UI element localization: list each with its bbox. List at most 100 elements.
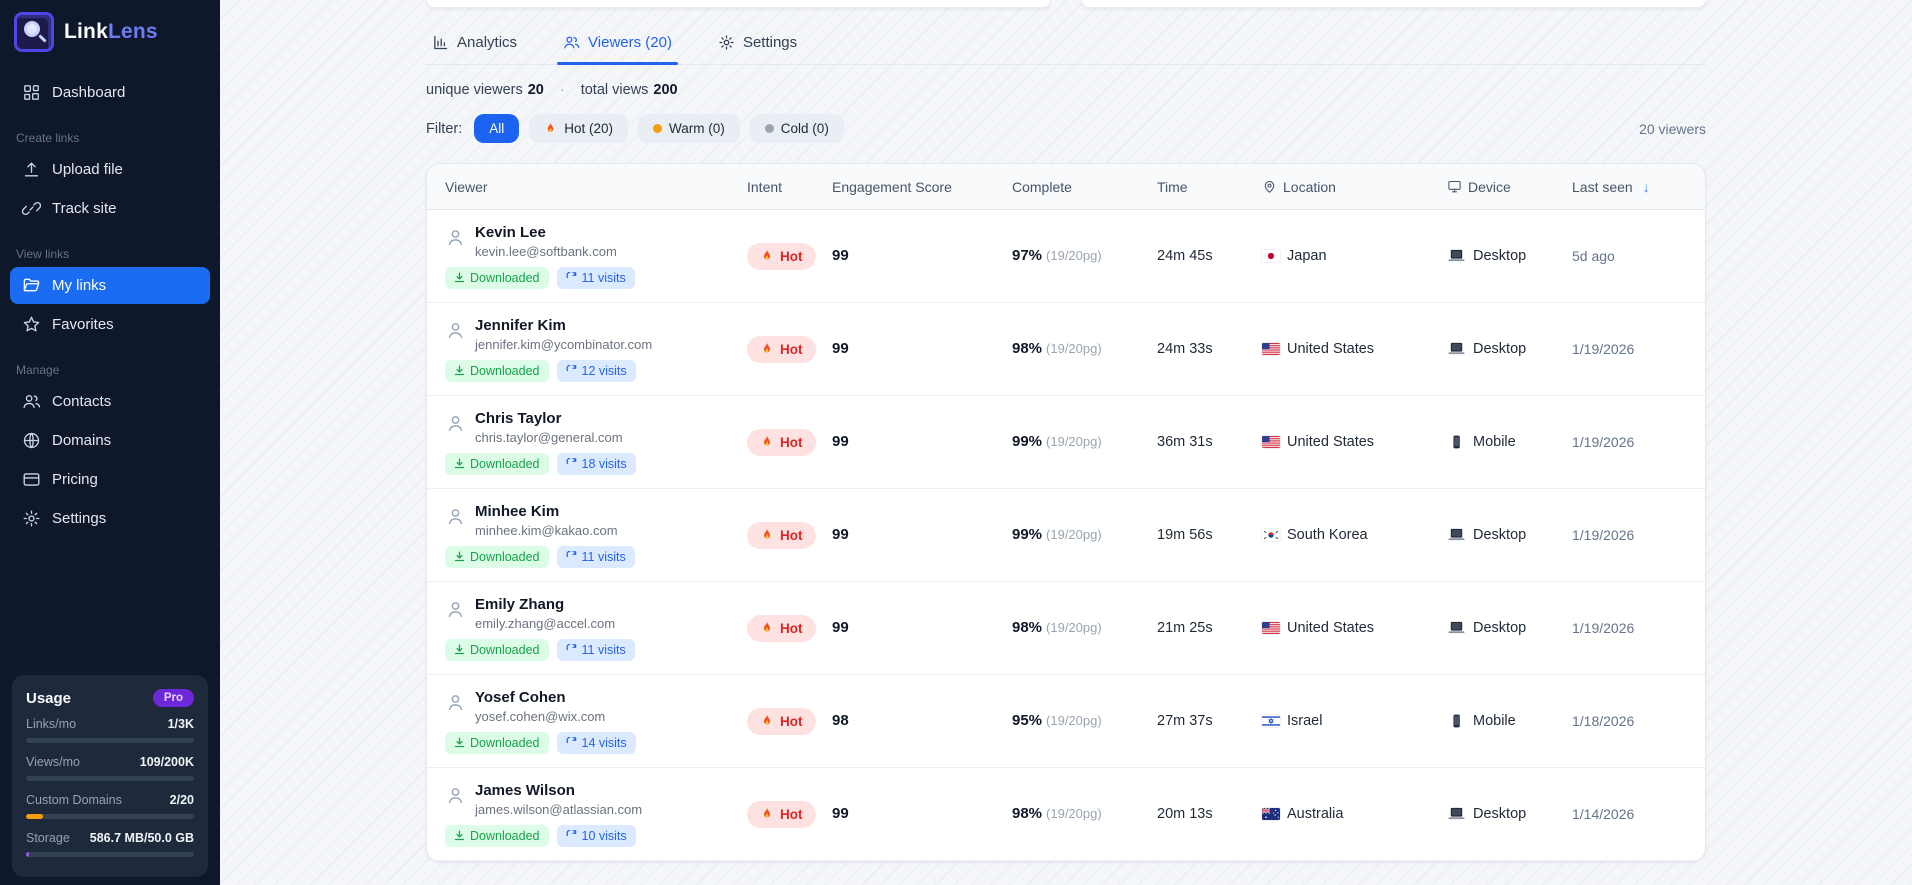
viewers-table: Viewer Intent Engagement Score Complete … xyxy=(426,163,1706,862)
engagement-score-cell: 99 xyxy=(832,340,849,357)
tab-bar: Analytics Viewers (20) Settings xyxy=(426,34,1706,65)
sidebar-item-pricing[interactable]: Pricing xyxy=(10,461,210,498)
viewer-name: Chris Taylor xyxy=(475,409,562,427)
table-row[interactable]: James Wilson james.wilson@atlassian.com … xyxy=(427,768,1705,861)
download-icon xyxy=(454,365,465,376)
viewer-stats: unique viewers 20 · total views 200 xyxy=(426,82,1706,98)
visits-badge: 11 visits xyxy=(556,266,635,289)
separator-dot: · xyxy=(559,82,565,98)
total-views-value: 200 xyxy=(653,82,678,98)
column-header-time: Time xyxy=(1157,178,1188,195)
column-header-last-seen[interactable]: Last seen ↓ xyxy=(1572,179,1705,195)
users-icon xyxy=(563,34,580,51)
viewer-cell: Kevin Lee kevin.lee@softbank.com Downloa… xyxy=(427,224,747,289)
pro-plan-badge: Pro xyxy=(152,689,194,707)
folder-icon xyxy=(22,276,41,295)
flag-au-icon xyxy=(1262,808,1280,820)
visits-badge: 11 visits xyxy=(556,638,635,661)
storage-progress-bar xyxy=(26,852,194,857)
visits-badge: 11 visits xyxy=(556,545,635,568)
device-cell: Desktop xyxy=(1447,341,1572,357)
filter-hot-button[interactable]: Hot (20) xyxy=(529,114,629,143)
time-cell: 19m 56s xyxy=(1157,527,1213,543)
table-row[interactable]: Emily Zhang emily.zhang@accel.com Downlo… xyxy=(427,582,1705,675)
main-content: Analytics Viewers (20) Settings unique v… xyxy=(220,0,1912,885)
meter-value: 586.7 MB/50.0 GB xyxy=(89,831,194,845)
last-seen-cell: 1/14/2026 xyxy=(1572,806,1635,822)
flame-icon xyxy=(760,249,774,263)
table-row[interactable]: Kevin Lee kevin.lee@softbank.com Downloa… xyxy=(427,210,1705,303)
partial-card-left xyxy=(426,0,1051,8)
person-avatar-icon xyxy=(445,227,466,259)
filter-warm-button[interactable]: Warm (0) xyxy=(638,114,740,143)
download-icon xyxy=(454,551,465,562)
viewer-name: James Wilson xyxy=(475,781,575,799)
filter-cold-button[interactable]: Cold (0) xyxy=(749,114,844,143)
refresh-icon xyxy=(566,644,577,655)
viewer-email: chris.taylor@general.com xyxy=(475,429,623,445)
table-row[interactable]: Jennifer Kim jennifer.kim@ycombinator.co… xyxy=(427,303,1705,396)
filter-row: Filter: All Hot (20) Warm (0) Cold (0) 2… xyxy=(426,114,1706,143)
column-header-intent: Intent xyxy=(747,178,783,195)
flame-icon xyxy=(760,342,774,356)
hot-intent-badge: Hot xyxy=(747,521,816,549)
location-cell: United States xyxy=(1262,434,1447,450)
table-row[interactable]: Yosef Cohen yosef.cohen@wix.com Download… xyxy=(427,675,1705,768)
filter-all-button[interactable]: All xyxy=(474,114,520,143)
location-pin-icon xyxy=(1262,179,1277,194)
flame-icon xyxy=(760,621,774,635)
downloaded-badge: Downloaded xyxy=(445,359,549,382)
viewer-cell: Chris Taylor chris.taylor@general.com Do… xyxy=(427,410,747,475)
table-row[interactable]: Minhee Kim minhee.kim@kakao.com Download… xyxy=(427,489,1705,582)
sidebar: LinkLens Dashboard Create links Upload f… xyxy=(0,0,220,885)
users-icon xyxy=(22,392,41,411)
viewer-name: Emily Zhang xyxy=(475,595,565,613)
sidebar-item-label: Domains xyxy=(52,432,112,449)
download-icon xyxy=(454,830,465,841)
viewer-count: 20 viewers xyxy=(1639,120,1706,137)
hot-intent-badge: Hot xyxy=(747,428,816,456)
sidebar-item-settings[interactable]: Settings xyxy=(10,500,210,537)
visits-badge: 14 visits xyxy=(556,731,636,754)
dev-desktop-icon xyxy=(1447,807,1466,821)
app-logo[interactable]: LinkLens xyxy=(0,0,220,62)
dev-mobile-icon xyxy=(1447,435,1466,449)
last-seen-cell: 1/18/2026 xyxy=(1572,713,1635,729)
hot-intent-badge: Hot xyxy=(747,800,816,828)
sidebar-item-domains[interactable]: Domains xyxy=(10,422,210,459)
links-progress-bar xyxy=(26,738,194,743)
viewer-cell: Minhee Kim minhee.kim@kakao.com Download… xyxy=(427,503,747,568)
table-row[interactable]: Chris Taylor chris.taylor@general.com Do… xyxy=(427,396,1705,489)
device-cell: Desktop xyxy=(1447,806,1572,822)
location-cell: South Korea xyxy=(1262,527,1447,543)
intent-cell: Hot xyxy=(747,614,832,642)
sidebar-item-track-site[interactable]: Track site xyxy=(10,190,210,227)
warm-dot-icon xyxy=(653,124,663,133)
sidebar-item-upload-file[interactable]: Upload file xyxy=(10,151,210,188)
sidebar-item-label: Upload file xyxy=(52,161,123,178)
visits-badge: 18 visits xyxy=(556,452,636,475)
tab-viewers[interactable]: Viewers (20) xyxy=(557,34,678,65)
sidebar-item-favorites[interactable]: Favorites xyxy=(10,306,210,343)
download-icon xyxy=(454,644,465,655)
person-avatar-icon xyxy=(445,599,466,631)
viewer-email: kevin.lee@softbank.com xyxy=(475,243,617,259)
sidebar-item-label: Settings xyxy=(52,510,107,527)
person-avatar-icon xyxy=(445,692,466,724)
table-header-row: Viewer Intent Engagement Score Complete … xyxy=(427,164,1705,210)
visits-badge: 10 visits xyxy=(556,824,636,847)
time-cell: 21m 25s xyxy=(1157,620,1213,636)
tab-settings[interactable]: Settings xyxy=(712,34,803,64)
sidebar-item-contacts[interactable]: Contacts xyxy=(10,383,210,420)
device-cell: Desktop xyxy=(1447,248,1572,264)
gear-icon xyxy=(718,34,735,51)
star-icon xyxy=(22,315,41,334)
tab-analytics[interactable]: Analytics xyxy=(426,34,523,64)
sidebar-item-my-links[interactable]: My links xyxy=(10,267,210,304)
last-seen-cell: 1/19/2026 xyxy=(1572,620,1635,636)
downloaded-badge: Downloaded xyxy=(445,452,549,475)
device-cell: Mobile xyxy=(1447,713,1572,729)
complete-cell: 98% (19/20pg) xyxy=(1012,805,1102,822)
flag-us-icon xyxy=(1262,436,1280,448)
sidebar-item-dashboard[interactable]: Dashboard xyxy=(10,74,210,111)
